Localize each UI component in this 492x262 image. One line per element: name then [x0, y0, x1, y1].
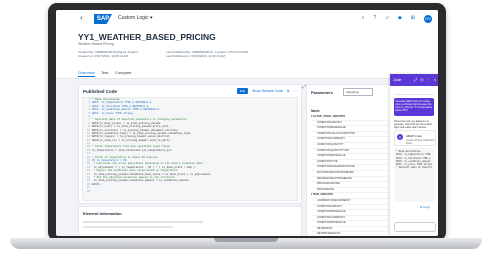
code-panel-title: Published Code — [83, 89, 118, 94]
sap-logo[interactable]: SAP — [94, 14, 112, 24]
joule-icon[interactable]: ◆ — [398, 15, 402, 23]
user-message: Generate ABAP code for a sales price sur… — [394, 98, 434, 116]
bot-message: Here's the code you asked me to generate… — [394, 120, 433, 129]
parameters-select[interactable]: Importing — [343, 88, 373, 96]
bell-icon[interactable]: ♫ — [385, 15, 389, 23]
element-information-panel: Element Information — [78, 206, 302, 236]
element-info-title: Element Information — [83, 211, 122, 216]
user-avatar[interactable]: DV — [424, 15, 432, 23]
help-icon[interactable]: ? — [373, 15, 376, 23]
parameters-tree: ▾ ACTIVE_PRICE_AMOUNTS CONDITIONAMOUNT CON… — [311, 115, 389, 236]
copy-icon[interactable]: ⧉ — [287, 89, 290, 93]
code-icon: {} — [397, 134, 403, 140]
search-icon[interactable]: ⌕ — [362, 15, 365, 23]
laptop-screen: ‹ SAP Custom Logic ▾ ⌕ ? ♫ ◆ ⊞ DV YY1_WE… — [56, 10, 438, 236]
parameter-item[interactable]: NETPRICEAMOUNT — [311, 232, 389, 236]
edit-button[interactable]: Edit — [236, 88, 249, 94]
joule-message-input[interactable] — [394, 222, 436, 232]
page-title: YY1_WEATHER_BASED_PRICING — [78, 32, 216, 42]
tab-bar: Overview Test Compare — [56, 68, 438, 79]
placeholder-line — [83, 226, 173, 228]
published-code-panel: Published Code Edit Show Sample Code ⧉ ⋯… — [78, 84, 302, 204]
app-title-menu[interactable]: Custom Logic ▾ — [118, 15, 152, 21]
joule-header-icons: ⤢ ◷ ⋮ × — [414, 77, 436, 82]
joule-title: Joule — [393, 78, 402, 82]
copy-button[interactable]: ⧉ Copy — [420, 205, 430, 209]
joule-code-snippet: * Data declaration DATA: lv_temperature T… — [394, 148, 434, 202]
shell-bar: ‹ SAP Custom Logic ▾ ⌕ ? ♫ ◆ ⊞ DV — [56, 10, 438, 29]
tab-test[interactable]: Test — [101, 70, 108, 75]
grid-icon[interactable]: ⊞ — [411, 15, 415, 23]
snippet-line: * Implicit data of imported para... — [396, 166, 432, 170]
history-icon[interactable]: ◷ — [420, 77, 424, 82]
object-header: YY1_WEATHER_BASED_PRICING Weather Based … — [56, 28, 438, 68]
meta-changed: Last Published By: CB9980000010 - Locati… — [166, 50, 248, 58]
code-editor[interactable]: 1 * Data declaration 2 DATA: lv_temperature… — [82, 97, 298, 201]
shell-icons: ⌕ ? ♫ ◆ ⊞ DV — [362, 15, 432, 23]
meta-created: Created By: CB9980000010 (Miguel Joseph)… — [78, 50, 138, 58]
placeholder-line — [83, 221, 203, 223]
joule-divider — [394, 90, 434, 95]
code-toolbar: Edit Show Sample Code ⧉ ⋯ — [236, 88, 298, 94]
laptop-notch — [214, 238, 278, 242]
line-number: 28 — [86, 189, 90, 193]
chevron-left-icon[interactable]: ‹ — [80, 13, 83, 22]
created-on: Created on: 05/17/2024, 10:09:14 AM — [78, 54, 129, 59]
changed-on: Last Published on: 05/20/2024, 11:09:14 … — [166, 54, 225, 59]
joule-header: Joule ⤢ ◷ ⋮ × — [390, 74, 438, 86]
page-subtitle: Weather Based Pricing — [78, 42, 114, 46]
code-line: 28 — [83, 190, 297, 193]
parameters-title: Parameters — [311, 90, 333, 95]
joule-panel: Joule ⤢ ◷ ⋮ × Generate ABAP code for a s… — [390, 74, 438, 236]
card-title: ABAP Code — [406, 134, 422, 138]
more-icon[interactable]: ⋮ — [427, 77, 431, 82]
close-icon[interactable]: × — [434, 77, 436, 82]
parameters-column-header: Name — [311, 109, 320, 113]
show-sample-code-button[interactable]: Show Sample Code — [252, 89, 283, 93]
parameters-panel: Parameters Importing Name ▾ ACTIVE_PRICE… — [306, 84, 392, 236]
abap-code-card[interactable]: {} ABAP Code Custom Pricing Calculation … — [394, 130, 436, 146]
tab-overview[interactable]: Overview — [78, 70, 95, 77]
expand-icon[interactable]: ⤢ — [414, 77, 417, 82]
more-icon[interactable]: ⋯ — [294, 89, 298, 93]
tab-compare[interactable]: Compare — [115, 70, 131, 75]
card-subtitle: Custom Pricing Calculation Rules — [406, 138, 435, 145]
